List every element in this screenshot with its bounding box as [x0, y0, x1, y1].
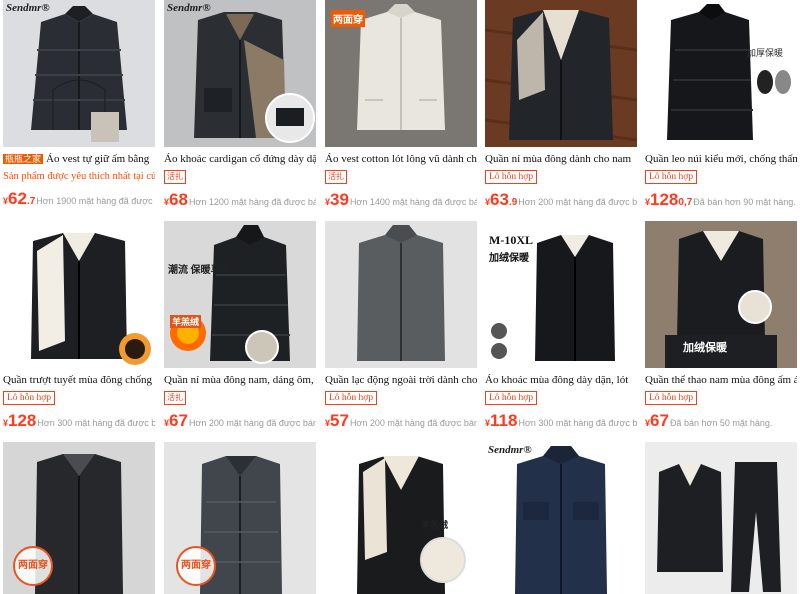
- price-row: ¥118Hơn 300 mặt hàng đã được bár: [485, 411, 637, 431]
- price: 62: [8, 189, 27, 208]
- product-badge: 活扎: [325, 170, 347, 184]
- product-title[interactable]: Quần leo núi kiểu mới, chống thấm: [645, 152, 797, 166]
- product-image[interactable]: [485, 0, 637, 147]
- product-card[interactable]: 加绒保暖 Quần thể thao nam mùa đông ấm áp, L…: [645, 221, 797, 431]
- product-card[interactable]: 羊羔绒: [325, 442, 477, 594]
- price-row: ¥62.7Hơn 1900 mặt hàng đã được bá: [3, 189, 155, 209]
- promo-text: 潮流 保暖马甲: [168, 265, 231, 276]
- product-image[interactable]: 潮流 保暖马甲 羊羔绒: [164, 221, 316, 368]
- reversible-tag: 两面穿: [331, 10, 365, 27]
- product-card[interactable]: M-10XL 加绒保暖 Áo khoác mùa đông dày dặn, l…: [485, 221, 637, 431]
- product-image[interactable]: [3, 221, 155, 368]
- product-badge: Lô hỗn hợp: [325, 391, 378, 405]
- product-image[interactable]: 两面穿: [325, 0, 477, 147]
- sold-count: Hơn 200 mặt hàng đã được bán.: [518, 197, 637, 207]
- product-badge: Lô hỗn hợp: [485, 391, 538, 405]
- price-row: ¥67Hơn 200 mặt hàng đã được bán.: [164, 411, 316, 431]
- product-card[interactable]: [645, 442, 797, 594]
- reversible-tag: 两面穿: [176, 546, 216, 586]
- product-title[interactable]: Quần nỉ mùa đông nam, dáng ôm, lót: [164, 373, 316, 387]
- size-label: M-10XL: [489, 233, 533, 247]
- product-image[interactable]: 加厚保暖: [645, 0, 797, 147]
- sold-count: Hơn 1900 mặt hàng đã được bá: [36, 196, 155, 206]
- product-title[interactable]: Quần nỉ mùa đông dành cho nam: [485, 152, 637, 166]
- shop-tag: 瓶瓶之家: [3, 154, 44, 164]
- price: 118: [490, 411, 518, 430]
- product-card[interactable]: 两面穿: [164, 442, 316, 594]
- price-row: ¥128Hơn 300 mặt hàng đã được bár: [3, 411, 155, 431]
- product-image[interactable]: 加绒保暖: [645, 221, 797, 368]
- price-decimal: .7: [26, 196, 36, 207]
- product-badge: Lô hỗn hợp: [645, 170, 698, 184]
- product-title[interactable]: Quần thể thao nam mùa đông ấm áp,: [645, 373, 797, 387]
- sold-count: Hơn 1400 mặt hàng đã được bán.: [349, 197, 477, 207]
- warmth-label: 加绒保暖: [683, 342, 727, 354]
- sold-count: Hơn 200 mặt hàng đã được bán.: [349, 418, 477, 428]
- product-highlight: Sản phẩm được yêu thích nhất tại cửa hà: [3, 171, 155, 182]
- sold-count: Hơn 200 mặt hàng đã được bán.: [188, 418, 316, 428]
- price: 39: [330, 190, 349, 209]
- price-row: ¥68Hơn 1200 mặt hàng đã được bán.: [164, 190, 316, 210]
- price-row: ¥57Hơn 200 mặt hàng đã được bán.: [325, 411, 477, 431]
- sold-count: Hơn 300 mặt hàng đã được bár: [37, 418, 155, 428]
- product-badge: Lô hỗn hợp: [3, 391, 56, 405]
- price: 67: [169, 411, 188, 430]
- sold-count: Đã bán hơn 50 mặt hàng.: [669, 418, 773, 428]
- brand-logo: Sendmr®: [488, 444, 532, 456]
- price-decimal: .9: [508, 197, 518, 208]
- sold-count: Hơn 1200 mặt hàng đã được bán.: [188, 197, 316, 207]
- price: 128: [650, 190, 679, 209]
- product-badge: Lô hỗn hợp: [485, 170, 538, 184]
- reversible-tag: 两面穿: [13, 546, 53, 586]
- warmth-label: 加绒保暖: [489, 253, 529, 264]
- price: 128: [8, 411, 37, 430]
- product-title[interactable]: Áo khoác mùa đông dày dặn, lót: [485, 373, 637, 387]
- lamb-wool-label: 羊羔绒: [421, 520, 449, 530]
- brand-logo: Sendmr®: [167, 2, 211, 14]
- price-row: ¥39Hơn 1400 mặt hàng đã được bán.: [325, 190, 477, 210]
- price-decimal: 0,7: [678, 197, 693, 208]
- product-image[interactable]: Sendmr®: [485, 442, 637, 594]
- product-card[interactable]: 加厚保暖 Quần leo núi kiểu mới, chống thấm L…: [645, 0, 797, 210]
- product-card[interactable]: Sendmr® 瓶瓶之家 Áo vest tự giữ ấm bằng Sản p…: [3, 0, 155, 209]
- price-row: ¥67Đã bán hơn 50 mặt hàng.: [645, 411, 797, 431]
- product-title[interactable]: Áo vest cotton lót lông vũ dành cho: [325, 152, 477, 166]
- product-image[interactable]: M-10XL 加绒保暖: [485, 221, 637, 368]
- price-row: ¥63.9Hơn 200 mặt hàng đã được bán.: [485, 190, 637, 210]
- price: 57: [330, 411, 349, 430]
- brand-logo: Sendmr®: [6, 2, 50, 14]
- product-image[interactable]: Sendmr®: [3, 0, 155, 147]
- product-card[interactable]: 两面穿: [3, 442, 155, 594]
- product-image[interactable]: Sendmr®: [164, 0, 316, 147]
- price-row: ¥1280,7Đã bán hơn 90 mặt hàng.: [645, 190, 797, 210]
- product-card[interactable]: Quần lạc động ngoài trời dành cho Lô hỗn…: [325, 221, 477, 431]
- product-card[interactable]: Sendmr®: [485, 442, 637, 594]
- product-image[interactable]: 两面穿: [164, 442, 316, 594]
- product-title[interactable]: Áo khoác cardigan cổ đứng dày dặn: [164, 152, 316, 166]
- sold-count: Hơn 300 mặt hàng đã được bár: [518, 418, 637, 428]
- product-image[interactable]: [645, 442, 797, 594]
- product-image[interactable]: 羊羔绒: [325, 442, 477, 594]
- price: 67: [650, 411, 669, 430]
- product-image[interactable]: [325, 221, 477, 368]
- product-title[interactable]: 瓶瓶之家 Áo vest tự giữ ấm bằng: [3, 152, 155, 166]
- lamb-wool-tag: 羊羔绒: [170, 315, 202, 328]
- sold-count: Đã bán hơn 90 mặt hàng.: [693, 197, 796, 207]
- product-image[interactable]: 两面穿: [3, 442, 155, 594]
- product-title[interactable]: Quần trượt tuyết mùa đông chống: [3, 373, 155, 387]
- product-card[interactable]: Quần nỉ mùa đông dành cho nam Lô hỗn hợp…: [485, 0, 637, 210]
- warmth-label: 加厚保暖: [747, 48, 784, 58]
- product-title[interactable]: Quần lạc động ngoài trời dành cho: [325, 373, 477, 387]
- product-card[interactable]: Quần trượt tuyết mùa đông chống Lô hỗn h…: [3, 221, 155, 431]
- product-badge: 活扎: [164, 391, 186, 405]
- product-badge: Lô hỗn hợp: [645, 391, 698, 405]
- product-card[interactable]: Sendmr® Áo khoác cardigan cổ đứng dày dặ…: [164, 0, 316, 210]
- product-badge: 活扎: [164, 170, 186, 184]
- product-card[interactable]: 两面穿 Áo vest cotton lót lông vũ dành cho …: [325, 0, 477, 210]
- product-card[interactable]: 潮流 保暖马甲 羊羔绒 Quần nỉ mùa đông nam, dáng ô…: [164, 221, 316, 431]
- price: 68: [169, 190, 188, 209]
- price: 63: [490, 190, 509, 209]
- product-grid: Sendmr® 瓶瓶之家 Áo vest tự giữ ấm bằng Sản p…: [0, 0, 800, 594]
